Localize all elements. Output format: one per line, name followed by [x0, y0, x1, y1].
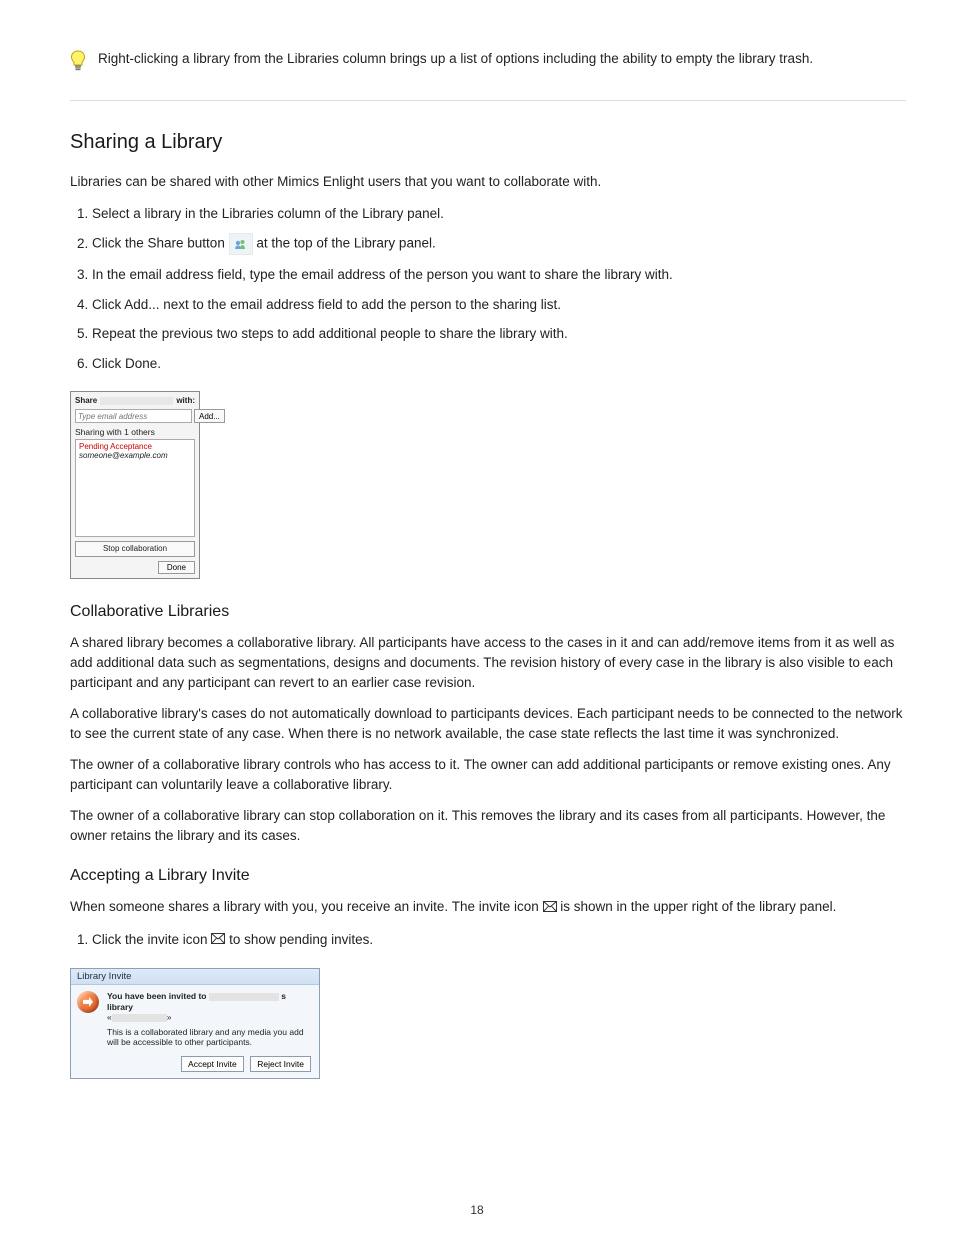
accepting-steps: Click the invite icon to show pending in…: [70, 930, 906, 950]
page-number: 18: [0, 1203, 954, 1217]
sharing-step-2: Click the Share button at the top of the…: [92, 233, 906, 255]
sharing-intro: Libraries can be shared with other Mimic…: [70, 172, 906, 192]
invite-redacted-lib: [112, 1014, 167, 1022]
invite-redacted-name: [209, 993, 279, 1001]
share-done-button[interactable]: Done: [158, 561, 195, 574]
document-page: Right-clicking a library from the Librar…: [0, 0, 954, 1235]
share-add-button[interactable]: Add...: [194, 409, 225, 423]
envelope-icon-2: [211, 930, 225, 950]
pending-acceptance-label: Pending Acceptance: [79, 442, 191, 451]
library-invite-panel: Library Invite You have been invited to …: [70, 968, 320, 1079]
accepting-step-suffix: to show pending invites.: [229, 932, 373, 947]
invite-arrow-icon: [77, 991, 99, 1013]
accepting-step-prefix: Click the invite icon: [92, 932, 211, 947]
accept-invite-button[interactable]: Accept Invite: [181, 1056, 244, 1072]
accepting-line1-suffix: is shown in the upper right of the libra…: [560, 899, 836, 914]
share-dialog-name-placeholder: [100, 397, 173, 405]
invite-desc: This is a collaborated library and any m…: [107, 1027, 311, 1048]
collab-p1: A shared library becomes a collaborative…: [70, 633, 906, 692]
accepting-step-1: Click the invite icon to show pending in…: [92, 930, 906, 950]
tip-text: Right-clicking a library from the Librar…: [98, 50, 813, 69]
share-with-label: with:: [176, 396, 195, 405]
stop-collaboration-button[interactable]: Stop collaboration: [75, 541, 195, 557]
share-participants-list: Pending Acceptance someone@example.com: [75, 439, 195, 537]
share-dialog-header: Share with:: [71, 392, 199, 407]
heading-accepting-invite: Accepting a Library Invite: [70, 867, 906, 885]
invite-bold-prefix: You have been invited to: [107, 991, 207, 1001]
collab-p2: A collaborative library's cases do not a…: [70, 704, 906, 743]
sharing-with-caption: Sharing with 1 others: [71, 427, 199, 439]
sharing-step-4: Click Add... next to the email address f…: [92, 295, 906, 315]
accepting-line1: When someone shares a library with you, …: [70, 897, 906, 917]
invite-panel-title: Library Invite: [71, 969, 319, 985]
share-label: Share: [75, 396, 97, 405]
section-divider: [70, 100, 906, 101]
share-button-icon: [229, 233, 253, 255]
sharing-steps: Select a library in the Libraries column…: [70, 204, 906, 374]
sharing-step-1: Select a library in the Libraries column…: [92, 204, 906, 224]
sharing-step-5: Repeat the previous two steps to add add…: [92, 324, 906, 344]
accepting-line1-prefix: When someone shares a library with you, …: [70, 899, 543, 914]
share-dialog-email-row: Add...: [71, 407, 199, 427]
reject-invite-button[interactable]: Reject Invite: [250, 1056, 311, 1072]
invite-actions: Accept Invite Reject Invite: [107, 1052, 311, 1072]
pending-email: someone@example.com: [79, 451, 191, 460]
envelope-icon: [543, 898, 557, 918]
share-email-input[interactable]: [75, 409, 192, 423]
invite-panel-body: You have been invited to s library «» Th…: [71, 985, 319, 1078]
sharing-step-2-suffix: at the top of the Library panel.: [256, 236, 435, 251]
heading-sharing: Sharing a Library: [70, 131, 906, 154]
heading-collaborative: Collaborative Libraries: [70, 603, 906, 621]
lightbulb-icon: [70, 50, 86, 72]
collab-p3: The owner of a collaborative library con…: [70, 755, 906, 794]
share-dialog-footer: Done: [71, 557, 199, 578]
invite-panel-text: You have been invited to s library «» Th…: [107, 991, 311, 1072]
sharing-step-2-prefix: Click the Share button: [92, 236, 229, 251]
share-dialog: Share with: Add... Sharing with 1 others…: [70, 391, 200, 579]
collab-p4: The owner of a collaborative library can…: [70, 806, 906, 845]
sharing-step-6: Click Done.: [92, 354, 906, 374]
tip-row: Right-clicking a library from the Librar…: [70, 50, 906, 72]
sharing-step-3: In the email address field, type the ema…: [92, 265, 906, 285]
